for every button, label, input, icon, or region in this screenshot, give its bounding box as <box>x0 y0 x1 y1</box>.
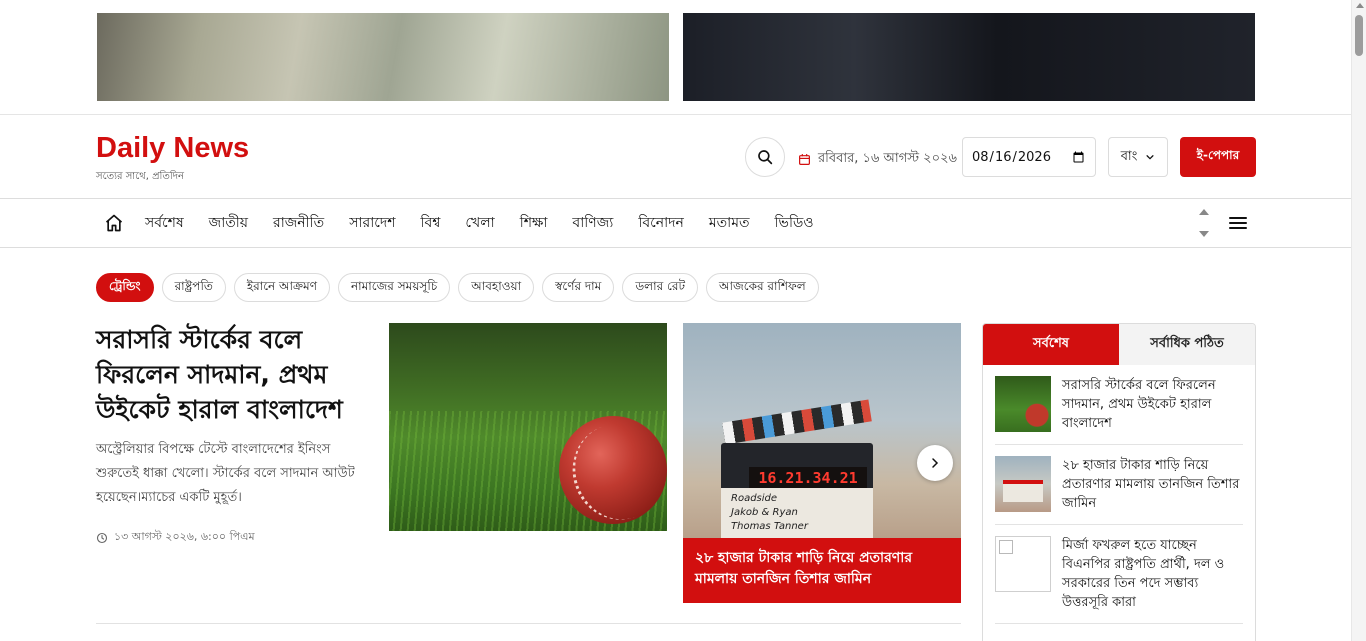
site-tagline: সত্যের সাথে, প্রতিদিন <box>96 171 184 182</box>
lead-story-image[interactable] <box>389 323 667 531</box>
broken-image-icon <box>995 536 1051 592</box>
trending-label: ট্রেন্ডিং <box>96 273 154 302</box>
lead-story-time: ১৩ আগস্ট ২০২৬, ৬:০০ পিএম <box>96 528 255 547</box>
clapper-line: Jakob & Ryan <box>731 507 798 518</box>
car-banner-ad[interactable] <box>683 13 1255 101</box>
language-select[interactable]: বাং <box>1108 137 1168 177</box>
clapper-timecode: 16.21.34.21 <box>749 467 867 489</box>
nav-items: সর্বশেষ জাতীয় রাজনীতি সারাদেশ বিশ্ব খেল… <box>145 199 814 247</box>
tab-most-read[interactable]: সর্বাধিক পঠিত <box>1119 324 1255 365</box>
site-logo[interactable]: Daily News <box>96 132 249 165</box>
chevron-right-icon <box>932 458 939 468</box>
trending-tag[interactable]: ডলার রেট <box>622 273 699 302</box>
trending-tag[interactable]: রাষ্ট্রপতি <box>161 273 226 302</box>
sidebar-news-list: সরাসরি স্টার্কের বলে ফিরলেন সাদমান, প্রথ… <box>983 365 1255 624</box>
tab-latest[interactable]: সর্বশেষ <box>983 324 1119 365</box>
nav-item-world[interactable]: বিশ্ব <box>421 211 441 235</box>
clapper-slate-text: Roadside Jakob & Ryan Thomas Tanner <box>721 488 873 538</box>
clapper-board-image: 16.21.34.21 Roadside Jakob & Ryan Thomas… <box>683 323 961 553</box>
trending-tag[interactable]: ইরানে আক্রমণ <box>233 273 330 302</box>
calendar-icon <box>799 154 810 165</box>
today-date-text: রবিবার, ১৬ আগস্ট ২০২৬ <box>818 151 957 166</box>
slider-caption[interactable]: ২৮ হাজার টাকার শাড়ি নিয়ে প্রতারণার মাম… <box>683 538 961 603</box>
epaper-button[interactable]: ই-পেপার <box>1180 137 1256 177</box>
search-button[interactable] <box>745 137 785 177</box>
today-date: রবিবার, ১৬ আগস্ট ২০২৬ <box>798 149 957 170</box>
nav-scroll-arrows[interactable] <box>1197 209 1211 237</box>
list-item[interactable]: ২৮ হাজার টাকার শাড়ি নিয়ে প্রতারণার মাম… <box>995 445 1243 525</box>
nav-item-entertainment[interactable]: বিনোদন <box>638 211 684 235</box>
cricket-ball-image <box>559 411 667 531</box>
date-picker-input[interactable] <box>962 137 1096 177</box>
nav-item-latest[interactable]: সর্বশেষ <box>145 211 184 235</box>
clapper-stick <box>722 399 872 445</box>
nav-item-sports[interactable]: খেলা <box>465 211 494 235</box>
money-banner-ad[interactable] <box>97 13 669 101</box>
nav-item-education[interactable]: শিক্ষা <box>520 211 548 235</box>
slider-next-button[interactable] <box>917 445 953 481</box>
hamburger-menu-icon[interactable] <box>1229 215 1247 231</box>
top-ad-strip <box>0 0 1351 115</box>
trending-tag[interactable]: স্বর্ণের দাম <box>542 273 615 302</box>
nav-item-country[interactable]: সারাদেশ <box>349 211 395 235</box>
news-title[interactable]: ২৮ হাজার টাকার শাড়ি নিয়ে প্রতারণার মাম… <box>1062 456 1243 513</box>
lead-story-time-text: ১৩ আগস্ট ২০২৬, ৬:০০ পিএম <box>114 530 255 543</box>
list-item[interactable]: মির্জা ফখরুল হতে যাচ্ছেন বিএনপির রাষ্ট্র… <box>995 525 1243 624</box>
trending-tag[interactable]: আবহাওয়া <box>458 273 535 302</box>
sidebar-tabs: সর্বশেষ সর্বাধিক পঠিত <box>983 324 1255 365</box>
news-thumbnail <box>995 376 1051 432</box>
featured-slider-card[interactable]: 16.21.34.21 Roadside Jakob & Ryan Thomas… <box>683 323 961 603</box>
lead-story-summary: অস্ট্রেলিয়ার বিপক্ষে টেস্টে বাংলাদেশের … <box>96 442 355 505</box>
trending-tag[interactable]: আজকের রাশিফল <box>706 273 819 302</box>
news-title[interactable]: মির্জা ফখরুল হতে যাচ্ছেন বিএনপির রাষ্ট্র… <box>1062 536 1243 612</box>
main-nav: সর্বশেষ জাতীয় রাজনীতি সারাদেশ বিশ্ব খেল… <box>0 199 1351 248</box>
nav-item-national[interactable]: জাতীয় <box>209 211 248 235</box>
clapper-line: Thomas Tanner <box>731 521 808 532</box>
nav-item-opinion[interactable]: মতামত <box>709 211 750 235</box>
caret-down-icon[interactable] <box>1199 231 1209 237</box>
clock-icon <box>96 532 108 543</box>
scroll-thumb[interactable] <box>1355 15 1363 56</box>
trending-bar: ট্রেন্ডিং রাষ্ট্রপতি ইরানে আক্রমণ নামাজে… <box>96 273 819 302</box>
nav-item-business[interactable]: বাণিজ্য <box>572 211 613 235</box>
home-icon[interactable] <box>104 213 124 233</box>
chevron-down-icon <box>1146 155 1154 160</box>
section-divider <box>96 623 961 624</box>
page-scrollbar[interactable] <box>1351 0 1366 641</box>
nav-item-video[interactable]: ভিডিও <box>775 211 814 235</box>
site-header: Daily News সত্যের সাথে, প্রতিদিন রবিবার,… <box>0 115 1351 199</box>
language-value: বাং <box>1120 148 1138 164</box>
search-icon <box>758 150 773 165</box>
clapper-line: Roadside <box>731 493 778 504</box>
sidebar-tabs-box: সর্বশেষ সর্বাধিক পঠিত সরাসরি স্টার্কের ব… <box>982 323 1256 641</box>
lead-story-title[interactable]: সরাসরি স্টার্কের বলে ফিরলেন সাদমান, প্রথ… <box>96 322 376 427</box>
nav-item-politics[interactable]: রাজনীতি <box>273 211 324 235</box>
scroll-up-arrow[interactable] <box>1356 3 1364 8</box>
caret-up-icon[interactable] <box>1199 209 1209 215</box>
news-title[interactable]: সরাসরি স্টার্কের বলে ফিরলেন সাদমান, প্রথ… <box>1062 376 1243 433</box>
list-item[interactable]: সরাসরি স্টার্কের বলে ফিরলেন সাদমান, প্রথ… <box>995 365 1243 445</box>
trending-tag[interactable]: নামাজের সময়সূচি <box>337 273 451 302</box>
news-thumbnail <box>995 456 1051 512</box>
